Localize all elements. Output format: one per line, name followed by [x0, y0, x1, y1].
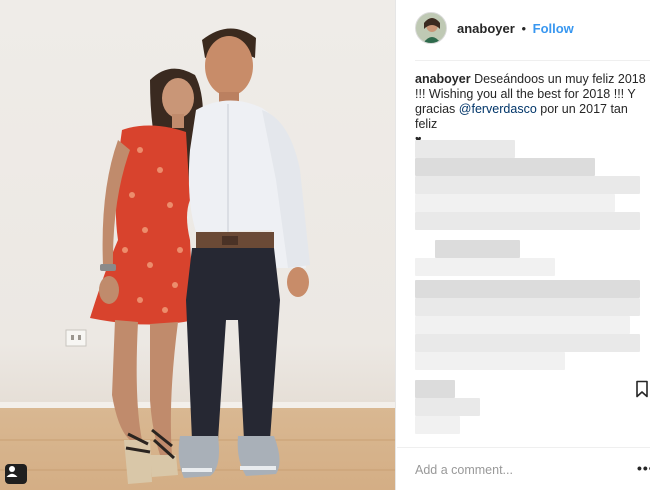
more-options-button[interactable]: •••	[637, 460, 650, 476]
blurred-block	[415, 258, 555, 276]
blurred-block	[415, 212, 640, 230]
blurred-comments	[415, 140, 640, 440]
header-text: anaboyer • Follow	[457, 21, 574, 36]
person-tag-glyph	[6, 466, 18, 477]
header-separator: •	[521, 21, 526, 36]
person-tag-icon[interactable]	[5, 464, 27, 484]
blurred-block	[415, 194, 615, 212]
blurred-block	[435, 240, 520, 258]
blurred-block	[415, 316, 630, 334]
avatar-image	[416, 13, 446, 43]
footer-divider	[397, 447, 650, 448]
blurred-block	[415, 352, 565, 370]
blurred-block	[415, 176, 640, 194]
post-caption: anaboyer Deseándoos un muy feliz 2018 !!…	[415, 72, 647, 148]
blurred-block	[415, 280, 640, 298]
caption-username[interactable]: anaboyer	[415, 72, 471, 86]
couple-photo-illustration	[0, 28, 395, 484]
blurred-block	[415, 334, 640, 352]
bookmark-icon[interactable]	[635, 380, 649, 398]
blurred-block	[415, 298, 640, 316]
post-side-panel: anaboyer • Follow anaboyer Deseándoos un…	[397, 0, 650, 490]
header-username[interactable]: anaboyer	[457, 21, 515, 36]
blurred-block	[415, 158, 595, 176]
post-photo[interactable]	[0, 0, 396, 490]
post-header: anaboyer • Follow	[397, 0, 650, 60]
avatar[interactable]	[415, 12, 447, 44]
follow-button[interactable]: Follow	[533, 21, 574, 36]
add-comment-input[interactable]	[415, 461, 615, 479]
blurred-block	[415, 380, 455, 398]
blurred-block	[415, 398, 480, 416]
blurred-block	[415, 416, 460, 434]
header-divider	[415, 60, 650, 61]
blurred-block	[415, 140, 515, 158]
caption-mention-link[interactable]: @ferverdasco	[459, 102, 537, 116]
